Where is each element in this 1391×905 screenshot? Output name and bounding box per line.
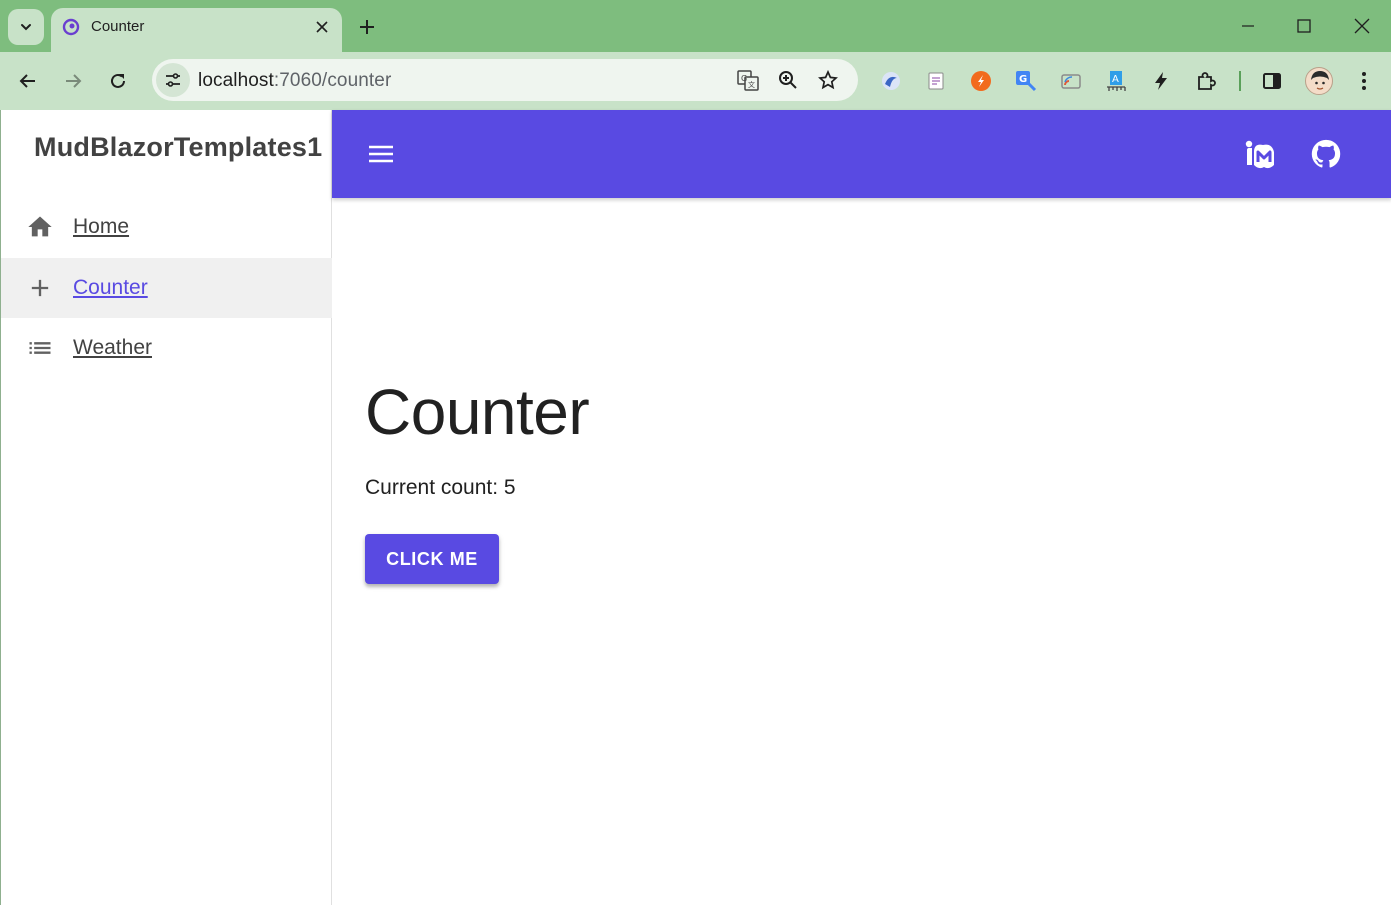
url-host: localhost [198,70,274,91]
nav-item-label[interactable]: Counter [73,276,148,300]
extension-button[interactable] [924,69,948,93]
address-bar[interactable]: localhost:7060/counter G文 [152,59,858,101]
extension-translate-icon: G [1016,71,1037,92]
puzzle-icon [1198,72,1216,90]
click-me-button[interactable]: CLICK ME [365,534,499,584]
site-info-button[interactable] [156,63,190,97]
main-content: Counter Current count: 5 CLICK ME [365,372,1265,584]
translate-button[interactable]: G文 [736,68,760,92]
drawer-toggle-button[interactable] [362,138,400,170]
mudblazor-icon [1245,140,1274,169]
web-page: MudBlazorTemplates1 Home Counter Weather [0,110,1391,905]
tab-close-button[interactable] [312,17,332,37]
browser-menu-button[interactable] [1352,69,1376,93]
extension-swirl-icon [882,72,900,90]
translate-icon: G文 [737,70,759,91]
toolbar-separator [1239,71,1241,91]
bookmark-button[interactable] [816,68,840,92]
extension-orange-icon [971,71,991,91]
url-path: :7060/counter [273,70,392,91]
side-panel-button[interactable] [1260,69,1284,93]
side-panel-icon [1263,73,1281,89]
nav-item-weather[interactable]: Weather [1,318,332,378]
extension-button[interactable] [879,69,903,93]
nav-item-label[interactable]: Home [73,215,129,239]
extension-note-icon [928,72,944,90]
minimize-icon [1242,25,1254,27]
tune-icon [166,73,180,87]
tab-search-button[interactable] [8,9,44,45]
svg-text:A: A [1112,74,1119,85]
browser-toolbar: localhost:7060/counter G文 G A [0,52,1391,110]
nav-drawer: MudBlazorTemplates1 Home Counter Weather [1,110,332,905]
browser-tabstrip: Counter [0,0,1391,52]
maximize-icon [1297,19,1311,33]
reload-button[interactable] [101,64,135,98]
forward-button[interactable] [56,64,90,98]
close-icon [1354,18,1370,34]
page-title: Counter [365,376,590,448]
extension-cast-icon [1061,74,1081,89]
profile-avatar[interactable] [1305,67,1333,95]
extension-button[interactable]: G [1014,69,1038,93]
browser-tab[interactable]: Counter [51,8,342,52]
avatar-icon [1311,71,1329,90]
close-icon [316,21,328,33]
arrow-left-icon [19,74,35,88]
lightning-icon [1155,72,1167,90]
extensions-menu-button[interactable] [1195,69,1219,93]
plus-icon [360,20,374,34]
back-button[interactable] [11,64,45,98]
svg-text:文: 文 [748,80,755,89]
github-link-button[interactable] [1308,136,1344,172]
extension-button[interactable]: A [1104,69,1128,93]
star-icon [818,70,838,90]
more-vert-icon [1362,72,1366,90]
zoom-icon [779,71,797,89]
svg-text:G: G [1019,74,1027,85]
extension-button[interactable] [1059,69,1083,93]
reload-icon [111,73,125,88]
nav-item-home[interactable]: Home [1,197,332,257]
list-icon [26,334,54,362]
home-icon [26,213,54,241]
nav-item-label[interactable]: Weather [73,336,152,360]
app-brand: MudBlazorTemplates1 [34,132,323,162]
mudblazor-link-button[interactable] [1242,136,1278,172]
minimize-button[interactable] [1234,12,1262,40]
maximize-button[interactable] [1290,12,1318,40]
nav-item-counter[interactable]: Counter [1,258,332,318]
app-bar [332,110,1391,198]
add-icon [26,274,54,302]
menu-icon [369,145,393,163]
extension-button[interactable] [969,69,993,93]
current-count-text: Current count: 5 [365,476,516,499]
arrow-right-icon [66,74,82,88]
extension-ruler-icon: A [1107,71,1126,91]
extension-button[interactable] [1149,69,1173,93]
new-tab-button[interactable] [354,14,380,40]
blazor-favicon-icon [62,18,80,36]
github-icon [1311,139,1341,168]
zoom-button[interactable] [776,68,800,92]
chevron-down-icon [21,24,31,31]
url-text: localhost:7060/counter [198,70,391,92]
close-window-button[interactable] [1348,12,1376,40]
svg-text:G: G [741,74,747,83]
tab-title: Counter [91,18,145,35]
